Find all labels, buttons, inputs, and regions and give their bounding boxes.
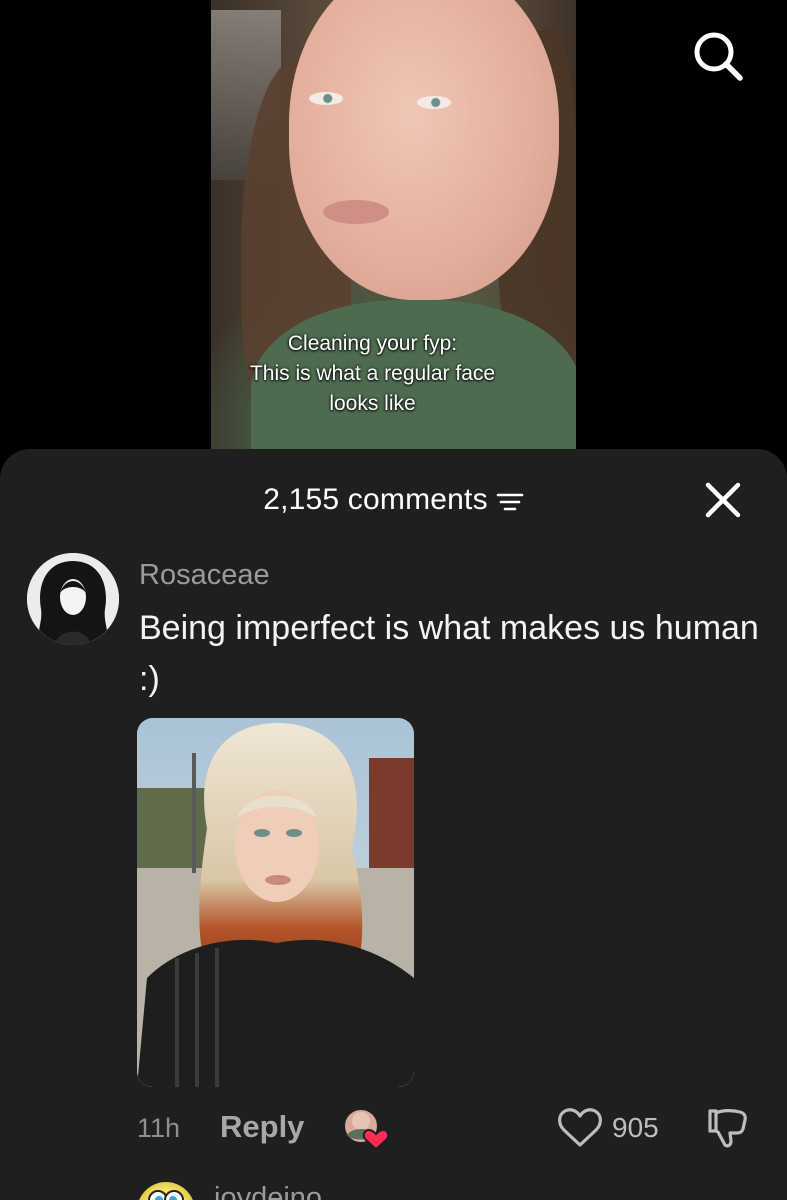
caption-line-1: Cleaning your fyp:: [287, 332, 458, 355]
eye-right: [417, 96, 451, 109]
close-button[interactable]: [702, 479, 744, 521]
comment-count: 2,155 comments: [263, 483, 488, 516]
caption-line-2: This is what a regular face: [249, 362, 496, 385]
creator-liked-avatar-icon: [343, 1108, 390, 1151]
search-icon: [694, 32, 743, 81]
comment-photo[interactable]: [137, 718, 414, 1087]
sponge-avatar-icon: [148, 1190, 184, 1200]
caption-line-3: looks like: [329, 392, 416, 415]
avatar[interactable]: [27, 553, 119, 645]
dislike-button[interactable]: [704, 1105, 752, 1151]
like-count: 905: [612, 1112, 659, 1143]
video-player[interactable]: Cleaning your fyp: This is what a regula…: [0, 0, 787, 470]
thumbs-down-icon: [708, 1109, 747, 1148]
comments-sheet: 2,155 comments Rosaceae Being imperfect …: [0, 449, 787, 1200]
comment-actions: 11h Reply 905: [0, 1099, 787, 1159]
search-button[interactable]: [690, 28, 746, 84]
next-comment-avatar[interactable]: [137, 1182, 195, 1200]
reply-button[interactable]: Reply: [220, 1109, 304, 1145]
avatar-illustration: [27, 553, 119, 645]
eye-left: [309, 92, 343, 105]
next-comment[interactable]: joydeino: [0, 1174, 787, 1200]
face: [289, 0, 559, 300]
video-caption: Cleaning your fyp: This is what a regula…: [211, 329, 534, 419]
lips: [323, 200, 389, 224]
creator-liked-badge: [342, 1105, 392, 1151]
comments-header: 2,155 comments: [0, 475, 787, 525]
comment-timestamp: 11h: [137, 1113, 181, 1143]
next-comment-username[interactable]: joydeino: [214, 1182, 322, 1200]
close-icon: [705, 482, 741, 518]
sort-icon[interactable]: [496, 490, 524, 514]
comment-username[interactable]: Rosaceae: [139, 559, 270, 592]
video-frame[interactable]: Cleaning your fyp: This is what a regula…: [211, 0, 576, 452]
comment-photo-image: [137, 718, 414, 1087]
like-button[interactable]: [556, 1105, 604, 1149]
comment-text: Being imperfect is what makes us human :…: [139, 609, 759, 698]
heart-icon: [558, 1108, 602, 1147]
